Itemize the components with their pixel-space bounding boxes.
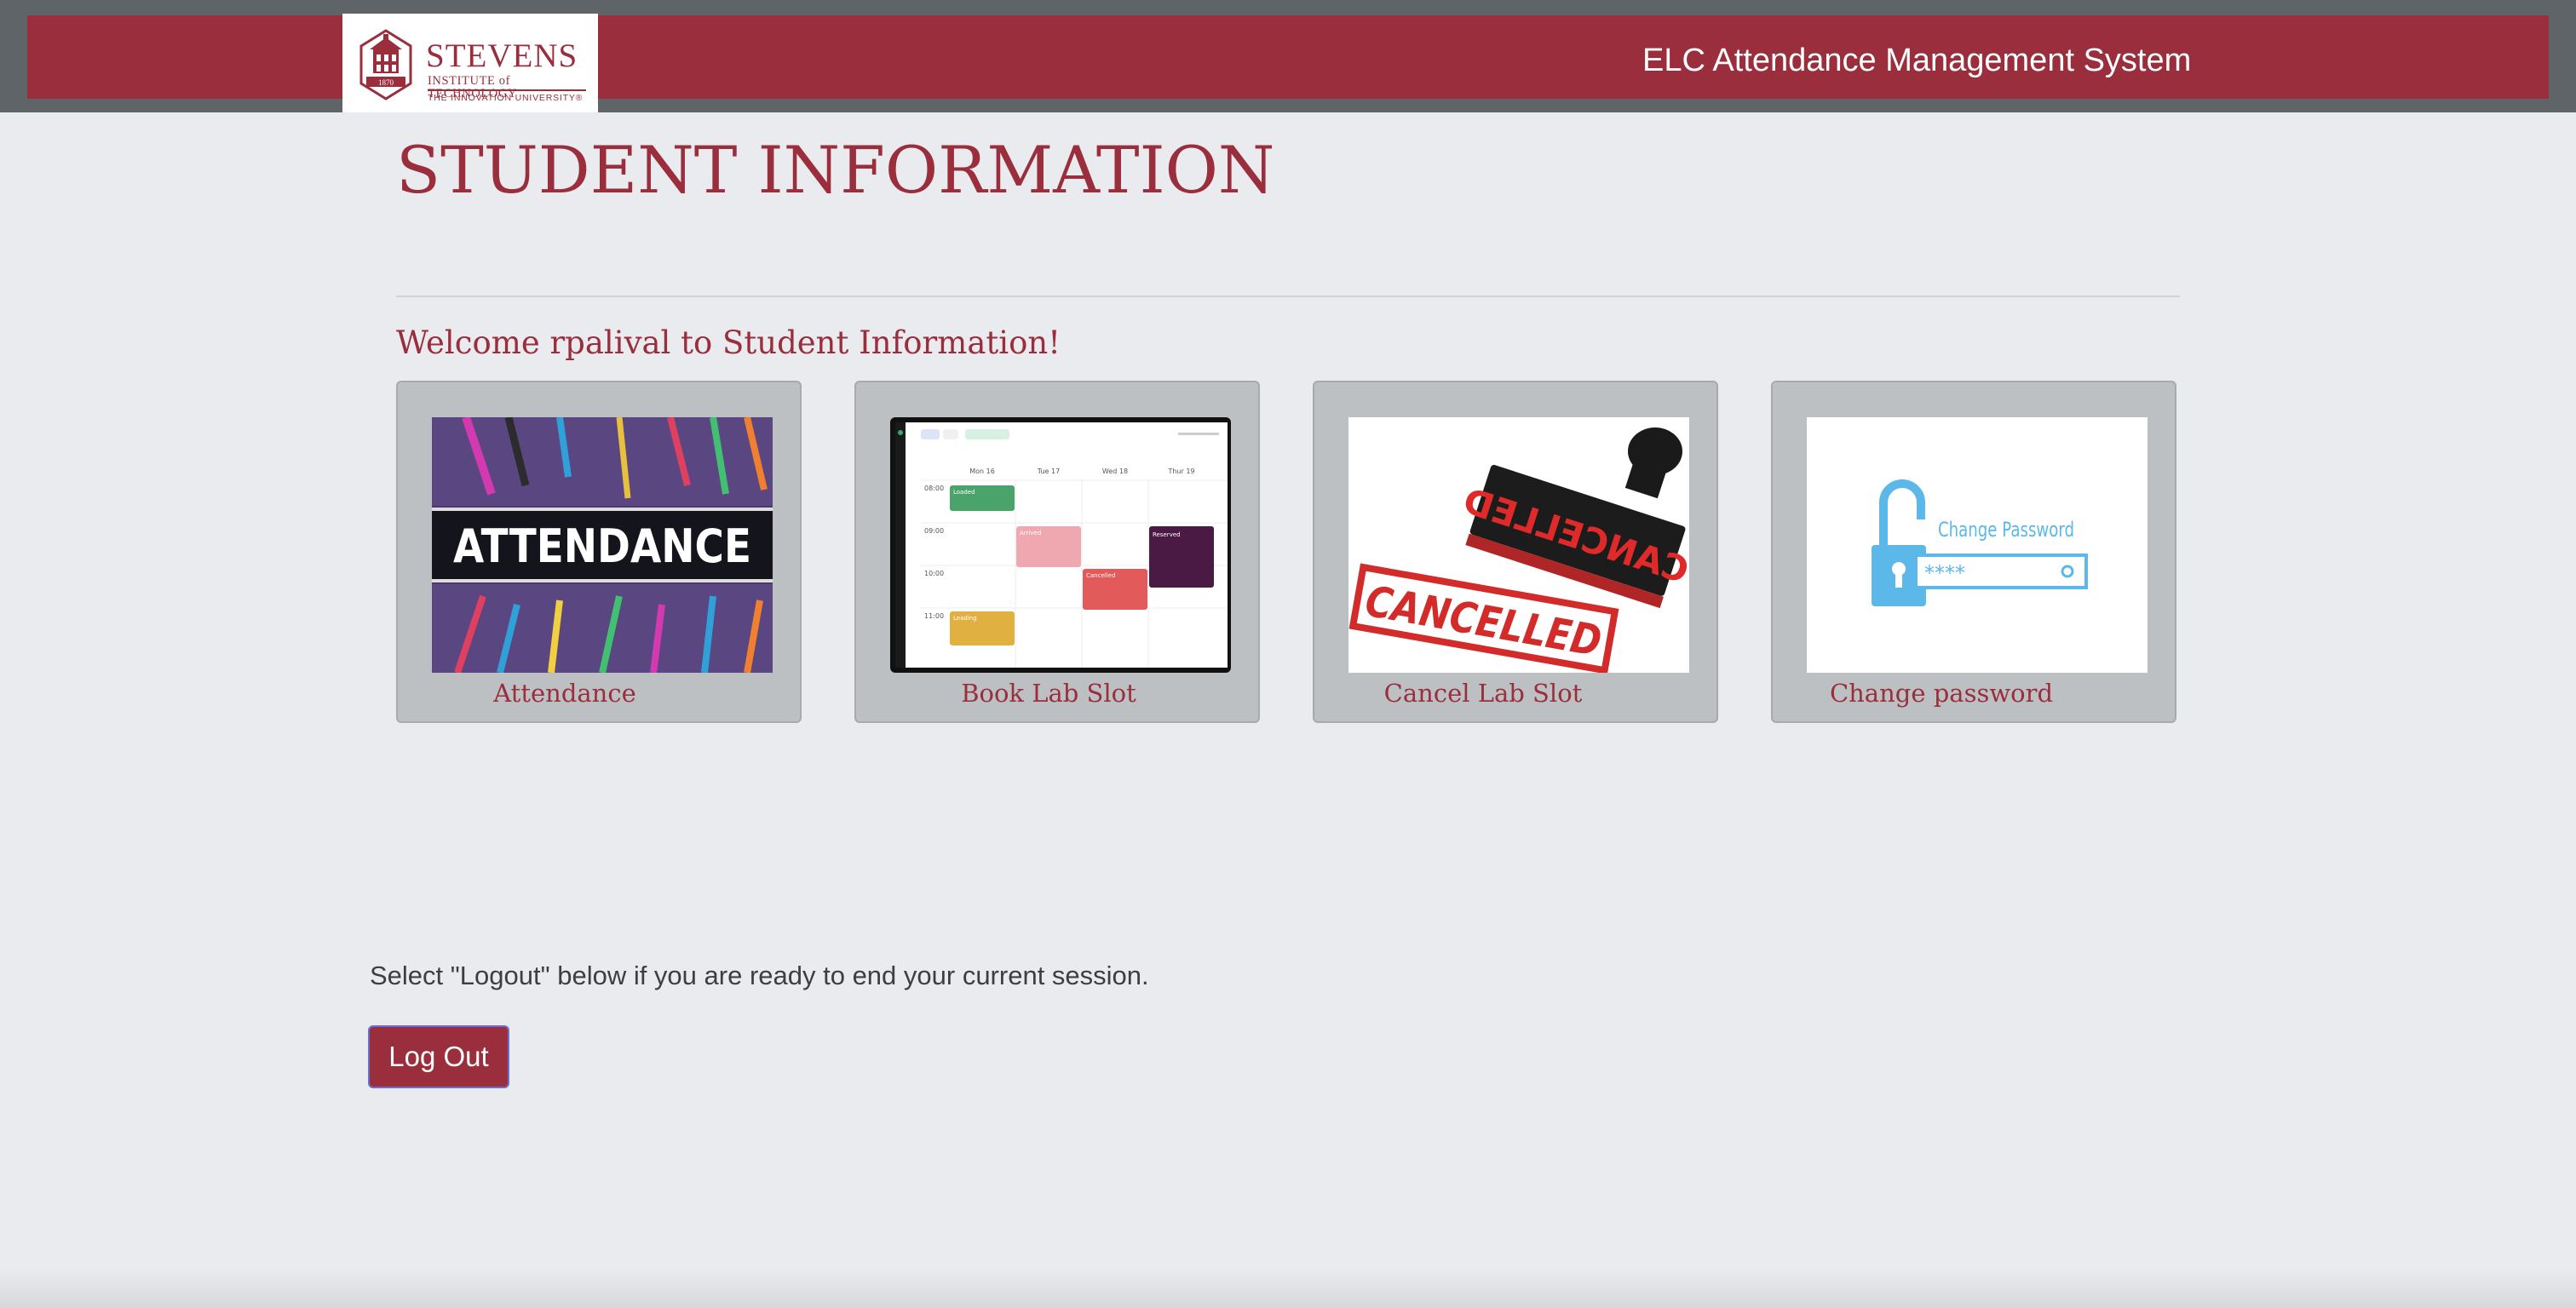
calendar-event-cancelled: Cancelled bbox=[1086, 572, 1115, 579]
calendar-event-loaded: Loaded bbox=[953, 489, 975, 496]
attendance-image[interactable]: ATTENDANCE bbox=[432, 417, 773, 673]
top-navbar: 1870 STEVENS INSTITUTE of TECHNOLOGY THE… bbox=[0, 0, 2576, 112]
stevens-logo[interactable]: 1870 STEVENS INSTITUTE of TECHNOLOGY THE… bbox=[342, 14, 598, 112]
calendar-day-thu: Thur 19 bbox=[1167, 468, 1194, 475]
logo-name: STEVENS bbox=[426, 37, 578, 74]
logo-divider bbox=[428, 89, 586, 91]
logout-hint: Select "Logout" below if you are ready t… bbox=[370, 961, 1149, 990]
calendar-day-mon: Mon 16 bbox=[969, 468, 995, 475]
book-lab-slot-image[interactable]: Mon 16 Tue 17 Wed 18 Thur 19 08:00 09:00… bbox=[890, 417, 1231, 673]
cancel-lab-slot-image[interactable]: CANCELLED CANCELLED bbox=[1348, 417, 1689, 673]
password-mask-text: **** bbox=[1924, 561, 1965, 585]
calendar-day-wed: Wed 18 bbox=[1102, 468, 1128, 475]
university-seal-icon: 1870 bbox=[359, 29, 412, 100]
change-password-card[interactable]: Change Password **** Change password bbox=[1771, 381, 2176, 723]
window-bottom-shadow bbox=[0, 1269, 2576, 1308]
section-divider bbox=[396, 295, 2180, 297]
book-lab-slot-card[interactable]: Mon 16 Tue 17 Wed 18 Thur 19 08:00 09:00… bbox=[854, 381, 1260, 723]
book-lab-slot-link[interactable]: Book Lab Slot bbox=[848, 679, 1250, 708]
calendar-time-1100: 11:00 bbox=[924, 612, 944, 620]
calendar-time-0900: 09:00 bbox=[924, 527, 944, 535]
attendance-link[interactable]: Attendance bbox=[364, 679, 766, 708]
attendance-card[interactable]: ATTENDANCE Attendance bbox=[396, 381, 802, 723]
change-password-image-title: Change Password bbox=[1938, 518, 2074, 542]
cancel-lab-slot-link[interactable]: Cancel Lab Slot bbox=[1282, 679, 1684, 708]
logout-button[interactable]: Log Out bbox=[368, 1025, 509, 1088]
change-password-image[interactable]: Change Password **** bbox=[1807, 417, 2148, 673]
calendar-day-tue: Tue 17 bbox=[1037, 468, 1060, 475]
welcome-message: Welcome rpalival to Student Information! bbox=[396, 324, 1061, 361]
page-title: STUDENT INFORMATION bbox=[396, 132, 1275, 208]
calendar-time-0800: 08:00 bbox=[924, 485, 944, 492]
app-title: ELC Attendance Management System bbox=[1642, 43, 2192, 78]
attendance-image-text: ATTENDANCE bbox=[453, 519, 751, 573]
logo-tagline: THE INNOVATION UNIVERSITY® bbox=[428, 93, 584, 103]
seal-year: 1870 bbox=[378, 78, 394, 87]
calendar-time-1000: 10:00 bbox=[924, 570, 944, 577]
cancel-lab-slot-card[interactable]: CANCELLED CANCELLED Cancel Lab Slot bbox=[1313, 381, 1718, 723]
calendar-event-leading: Leading bbox=[953, 615, 977, 622]
calendar-event-arrived: Arrived bbox=[1020, 530, 1041, 536]
calendar-event-reserved: Reserved bbox=[1153, 531, 1181, 538]
change-password-link[interactable]: Change password bbox=[1740, 679, 2142, 708]
